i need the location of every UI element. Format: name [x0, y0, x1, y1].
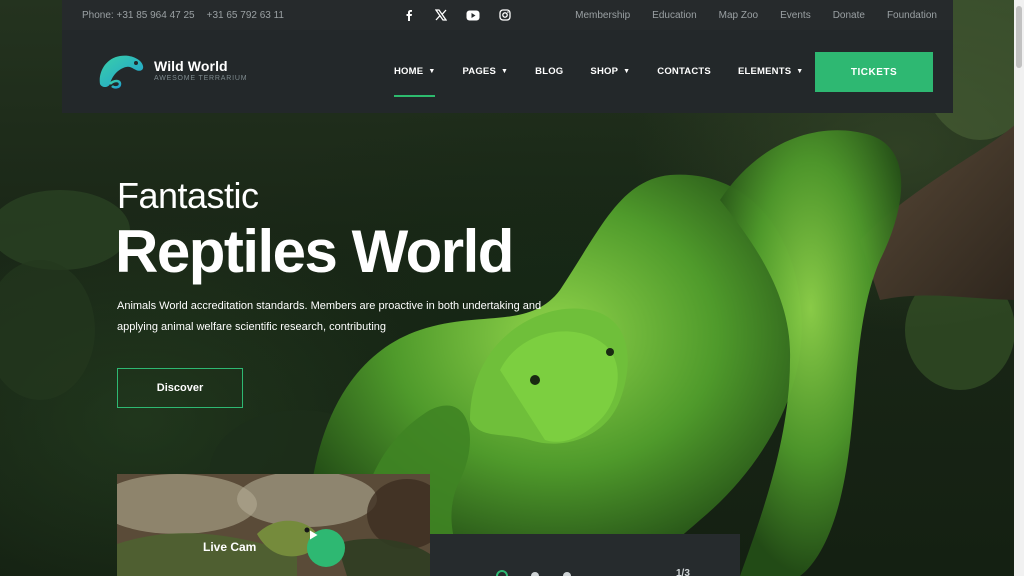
nav-item-elements[interactable]: ELEMENTS ▼: [738, 30, 803, 113]
discover-button[interactable]: Discover: [117, 368, 243, 408]
nav-item-blog[interactable]: BLOG: [535, 30, 563, 113]
main-header: Wild World AWESOME TERRARIUM HOME ▼ PAGE…: [62, 30, 953, 113]
nav-item-home[interactable]: HOME ▼: [394, 30, 436, 113]
scrollbar-thumb[interactable]: [1016, 6, 1022, 68]
nav-label: HOME: [394, 66, 424, 77]
nav-item-pages[interactable]: PAGES ▼: [462, 30, 508, 113]
nav-label: CONTACTS: [657, 66, 711, 77]
slider-panel: 1/3: [430, 534, 740, 576]
slide-counter: 1/3: [676, 568, 690, 576]
main-nav: HOME ▼ PAGES ▼ BLOG SHOP ▼ CONTACTS ELEM…: [394, 30, 830, 113]
nav-label: BLOG: [535, 66, 564, 77]
page-scrollbar[interactable]: [1014, 0, 1024, 576]
facebook-icon[interactable]: [402, 8, 416, 22]
phone-primary[interactable]: Phone: +31 85 964 47 25: [82, 10, 195, 21]
live-cam-thumbnail: [117, 474, 430, 576]
chevron-down-icon: ▼: [428, 68, 436, 75]
youtube-icon[interactable]: [466, 8, 480, 22]
tickets-button[interactable]: TICKETS: [815, 52, 933, 92]
toplink-foundation[interactable]: Foundation: [887, 10, 937, 21]
chevron-down-icon: ▼: [796, 68, 804, 75]
nav-label: ELEMENTS: [737, 66, 792, 77]
play-button[interactable]: [307, 529, 345, 567]
toplink-education[interactable]: Education: [652, 10, 696, 21]
toplink-map-zoo[interactable]: Map Zoo: [719, 10, 758, 21]
phone-secondary[interactable]: +31 65 792 63 11: [207, 10, 284, 21]
play-icon: [310, 530, 318, 540]
nav-item-contacts[interactable]: CONTACTS: [657, 30, 711, 113]
social-links: [402, 8, 512, 22]
top-links: Membership Education Map Zoo Events Dona…: [575, 10, 937, 21]
top-bar: Phone: +31 85 964 47 25 +31 65 792 63 11…: [62, 0, 953, 30]
toplink-membership[interactable]: Membership: [575, 10, 630, 21]
chevron-down-icon: ▼: [501, 68, 509, 75]
logo-title: Wild World: [154, 57, 228, 74]
nav-item-shop[interactable]: SHOP ▼: [590, 30, 630, 113]
chevron-down-icon: ▼: [623, 68, 631, 75]
chameleon-icon: [99, 55, 144, 89]
site-logo[interactable]: Wild World AWESOME TERRARIUM: [96, 50, 247, 90]
instagram-icon[interactable]: [498, 8, 512, 22]
toplink-events[interactable]: Events: [780, 10, 811, 21]
live-cam-label: Live Cam: [203, 540, 257, 554]
x-icon[interactable]: [434, 8, 448, 22]
nav-label: PAGES: [462, 66, 497, 77]
logo-text: Wild World AWESOME TERRARIUM: [154, 59, 247, 82]
slider-dot-3[interactable]: [563, 572, 571, 576]
toplink-donate[interactable]: Donate: [833, 10, 865, 21]
slider-dot-2[interactable]: [531, 572, 539, 576]
logo-subtitle: AWESOME TERRARIUM: [154, 74, 248, 82]
nav-label: SHOP: [590, 66, 619, 77]
page: Phone: +31 85 964 47 25 +31 65 792 63 11…: [0, 0, 1024, 576]
hero-title: Reptiles World: [115, 218, 514, 285]
slider-dot-1[interactable]: [496, 570, 508, 576]
hero-description: Animals World accreditation standards. M…: [117, 300, 542, 333]
phone-numbers: Phone: +31 85 964 47 25 +31 65 792 63 11: [82, 10, 362, 21]
live-cam-card[interactable]: Live Cam: [117, 474, 430, 576]
hero-pretitle: Fantastic: [117, 175, 259, 216]
